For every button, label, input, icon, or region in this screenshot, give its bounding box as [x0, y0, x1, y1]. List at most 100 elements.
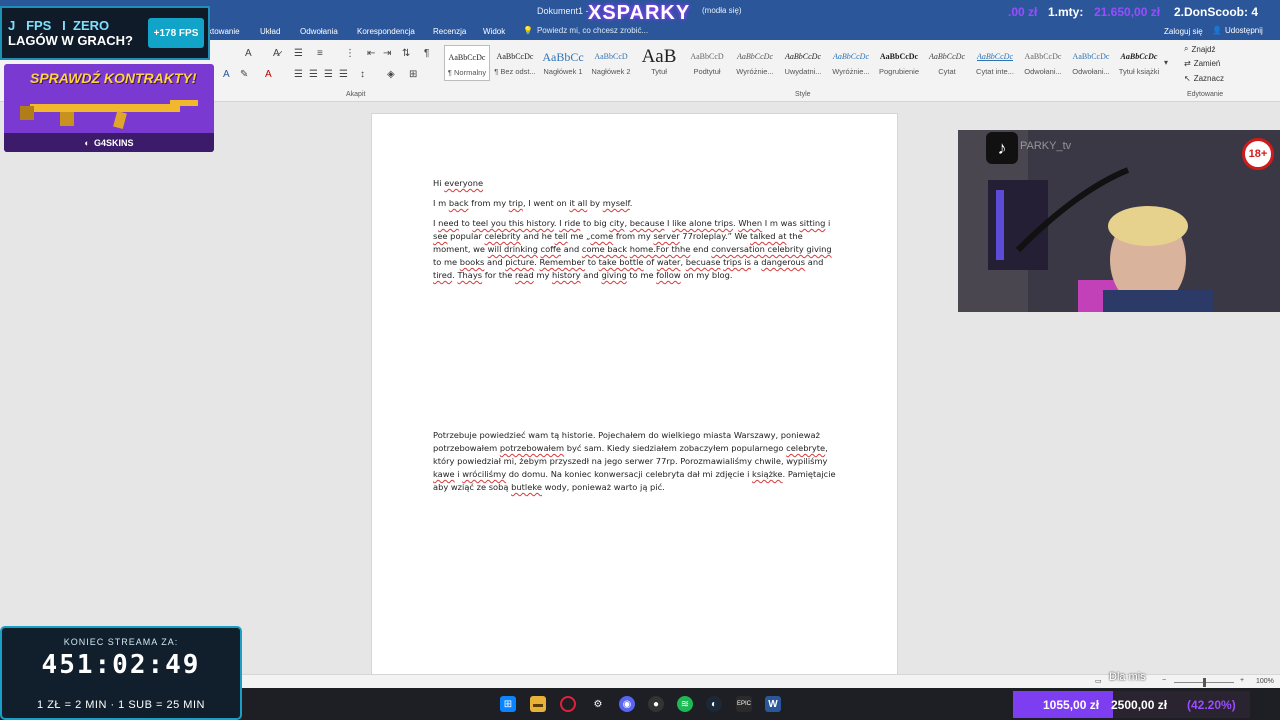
align-center-icon[interactable]: ☰ [309, 69, 318, 80]
misspelled-word[interactable]: follow [656, 270, 680, 280]
misspelled-word[interactable]: tell [555, 231, 568, 241]
style-strong[interactable]: AaBbCcDc Pogrubienie [876, 45, 922, 81]
find-button[interactable]: ⌕ Znajdź [1184, 44, 1216, 54]
settings-icon[interactable]: ⚙ [590, 696, 606, 712]
zoom-level[interactable]: 100% [1256, 678, 1274, 685]
misspelled-word[interactable]: water [657, 257, 681, 267]
text-effects-icon[interactable]: A [223, 69, 230, 80]
misspelled-word[interactable]: I ride [559, 218, 580, 228]
justify-icon[interactable]: ☰ [339, 69, 348, 80]
font-size-grow-icon[interactable]: A [245, 48, 252, 59]
style-no-spacing[interactable]: AaBbCcDc ¶ Bez odst... [492, 45, 538, 81]
misspelled-word[interactable]: come back [582, 244, 627, 254]
style-book-title[interactable]: AaBbCcDc Tytuł książki [1116, 45, 1162, 81]
misspelled-word[interactable]: it all [569, 198, 587, 208]
misspelled-word[interactable]: wróciliśmy [462, 469, 506, 479]
multilevel-list-icon[interactable]: ⋮ [345, 48, 355, 59]
replace-button[interactable]: ⇄ Zamień [1184, 59, 1220, 68]
misspelled-word[interactable]: server [653, 231, 679, 241]
github-icon[interactable]: ● [648, 696, 664, 712]
decrease-indent-icon[interactable]: ⇤ [367, 48, 375, 59]
document-page[interactable]: Hi everyone I m back from my trip, I wen… [371, 113, 898, 688]
style-emphasis[interactable]: AaBbCcDc Uwydatni... [780, 45, 826, 81]
file-explorer-icon[interactable]: ▬ [530, 696, 546, 712]
tab-projektowanie[interactable]: ktowanie [208, 27, 240, 36]
misspelled-word[interactable]: Thays [457, 270, 482, 280]
increase-indent-icon[interactable]: ⇥ [383, 48, 391, 59]
misspelled-word[interactable]: city [609, 218, 624, 228]
misspelled-word[interactable]: because [630, 218, 665, 228]
login-link[interactable]: Zaloguj się [1164, 27, 1203, 36]
bullets-icon[interactable]: ☰ [294, 48, 303, 59]
tab-recenzja[interactable]: Recenzja [433, 27, 466, 36]
style-normal[interactable]: AaBbCcDc ¶ Normalny [444, 45, 490, 81]
misspelled-word[interactable]: butleke [511, 482, 542, 492]
borders-icon[interactable]: ⊞ [409, 69, 417, 80]
misspelled-word[interactable]: home.For thhe [630, 244, 691, 254]
misspelled-word[interactable]: see [433, 231, 448, 241]
misspelled-word[interactable]: giving [601, 270, 626, 280]
style-subtitle[interactable]: AaBbCcD Podtytuł [684, 45, 730, 81]
paragraph-intro[interactable]: I m back from my trip, I went on it all … [433, 197, 838, 210]
clear-formatting-icon[interactable]: A̷ [273, 48, 280, 59]
misspelled-word[interactable]: books [460, 257, 485, 267]
line-spacing-icon[interactable]: ↕ [360, 69, 365, 80]
opera-gx-icon[interactable] [560, 696, 576, 712]
misspelled-word[interactable]: dangerous [761, 257, 805, 267]
misspelled-word[interactable]: trip [509, 198, 523, 208]
misspelled-word[interactable]: talked at [750, 231, 787, 241]
zoom-in-icon[interactable]: + [1240, 677, 1244, 684]
misspelled-word[interactable]: celebrity [485, 231, 521, 241]
misspelled-word[interactable]: celebryte [786, 443, 825, 453]
misspelled-word[interactable]: Remember [540, 257, 586, 267]
tell-me-search[interactable]: 💡 Powiedz mi, co chcesz zrobić... [523, 26, 648, 35]
numbering-icon[interactable]: ≡ [317, 48, 323, 59]
align-left-icon[interactable]: ☰ [294, 69, 303, 80]
style-quote[interactable]: AaBbCcDc Cytat [924, 45, 970, 81]
style-heading-2[interactable]: AaBbCcD Nagłówek 2 [588, 45, 634, 81]
misspelled-word[interactable]: becuase [686, 257, 721, 267]
align-right-icon[interactable]: ☰ [324, 69, 333, 80]
style-subtle-emphasis[interactable]: AaBbCcDc Wyróżnie... [732, 45, 778, 81]
styles-more-icon[interactable]: ▾ [1164, 58, 1168, 67]
style-heading-1[interactable]: AaBbCc Nagłówek 1 [540, 45, 586, 81]
misspelled-word[interactable]: take bottle [599, 257, 644, 267]
style-title[interactable]: AaB Tytuł [636, 45, 682, 81]
misspelled-word[interactable]: tired [433, 270, 452, 280]
misspelled-word[interactable]: picture [505, 257, 534, 267]
misspelled-word[interactable]: conversation celebrity giving [711, 244, 831, 254]
discord-icon[interactable]: ◉ [619, 696, 635, 712]
paragraph-story-pl[interactable]: Potrzebuje powiedzieć wam tą historie. P… [433, 429, 838, 494]
misspelled-word[interactable]: myself [603, 198, 630, 208]
misspelled-word[interactable]: like alone trips [672, 218, 733, 228]
misspelled-word[interactable]: sitting [799, 218, 825, 228]
steam-icon[interactable]: ◐ [706, 696, 722, 712]
tab-korespondencja[interactable]: Korespondencja [357, 27, 415, 36]
highlight-icon[interactable]: ✎ [240, 69, 248, 80]
tab-uklad[interactable]: Układ [260, 27, 280, 36]
misspelled-word[interactable]: need [438, 218, 459, 228]
shading-icon[interactable]: ◈ [387, 69, 395, 80]
paragraph-story-en[interactable]: I need to teel you this history. I ride … [433, 217, 838, 282]
read-mode-icon[interactable]: ▭ [1095, 677, 1102, 685]
epic-games-icon[interactable]: EPIC [736, 696, 752, 712]
tab-widok[interactable]: Widok [483, 27, 505, 36]
spotify-icon[interactable]: ≋ [677, 696, 693, 712]
style-intense-quote[interactable]: AaBbCcDc Cytat inte... [972, 45, 1018, 81]
sort-icon[interactable]: ⇅ [402, 48, 410, 59]
font-color-icon[interactable]: A [265, 69, 272, 80]
misspelled-word[interactable]: teel you this history [472, 218, 553, 228]
zoom-slider-thumb[interactable] [1203, 678, 1206, 687]
misspelled-word[interactable]: kawe [433, 469, 455, 479]
misspelled-word[interactable]: come [590, 231, 613, 241]
style-subtle-reference[interactable]: AaBbCcDc Odwołani... [1020, 45, 1066, 81]
misspelled-word[interactable]: When [738, 218, 762, 228]
misspelled-word[interactable]: trips is [723, 257, 751, 267]
misspelled-word[interactable]: back [449, 198, 469, 208]
misspelled-word[interactable]: potrzebowałem [500, 443, 564, 453]
select-button[interactable]: ↖ Zaznacz [1184, 74, 1224, 83]
misspelled-word[interactable]: read [515, 270, 534, 280]
windows-start-icon[interactable]: ⊞ [500, 696, 516, 712]
zoom-out-icon[interactable]: − [1162, 677, 1166, 684]
misspelled-word[interactable]: coffe [541, 244, 561, 254]
